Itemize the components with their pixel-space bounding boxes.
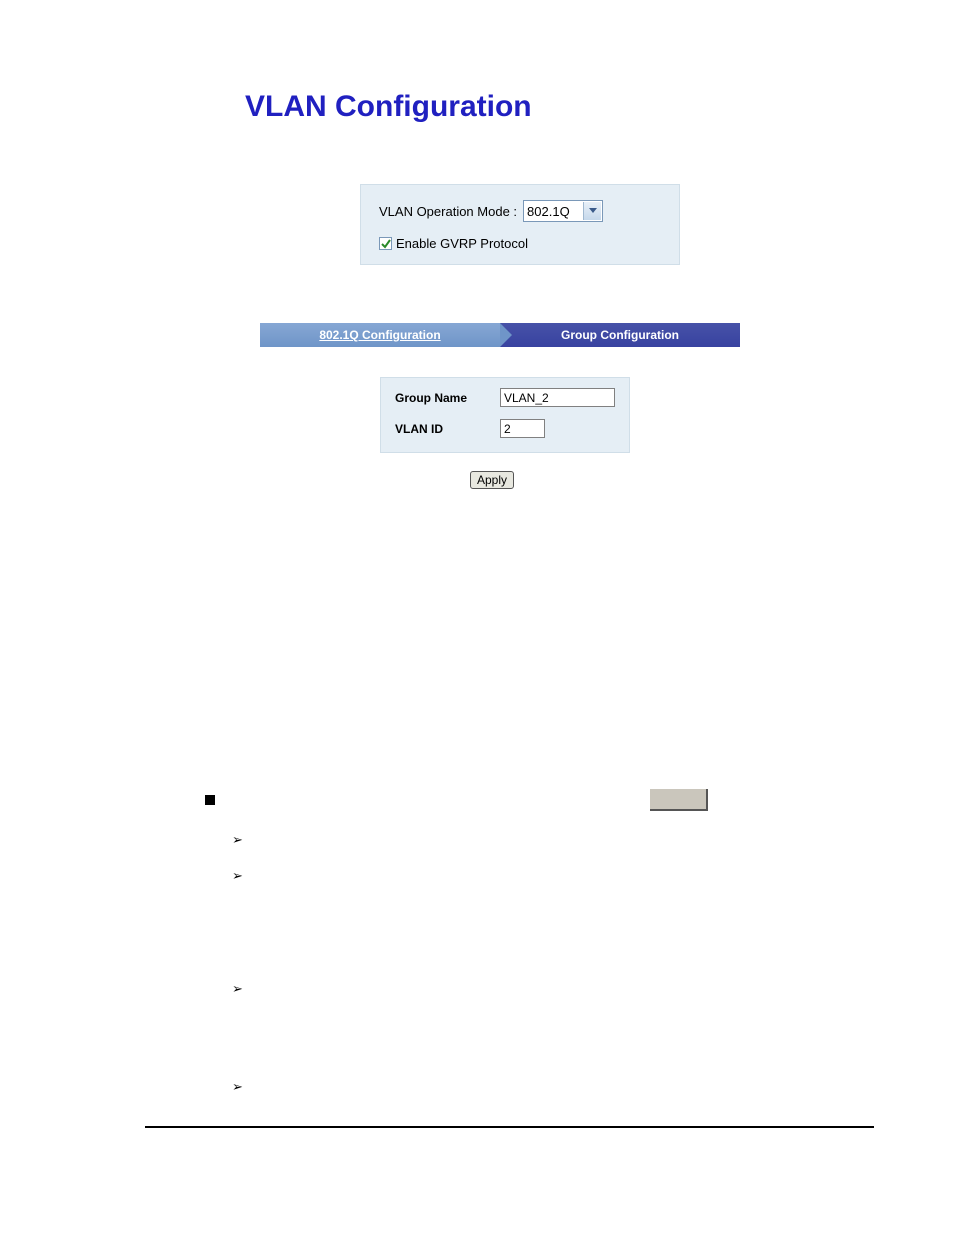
vlan-id-label: VLAN ID: [395, 422, 500, 436]
tab-bar: 802.1Q Configuration Group Configuration: [260, 323, 954, 347]
apply-button[interactable]: Apply: [470, 471, 514, 489]
vlan-mode-select[interactable]: 802.1Q: [523, 200, 603, 222]
page-title: VLAN Configuration: [245, 90, 954, 124]
vlan-id-row: VLAN ID: [395, 419, 615, 438]
lower-region: ➢ ➢ ➢ ➢: [205, 789, 954, 1128]
tab-separator-icon: [500, 323, 512, 347]
tab-label: Group Configuration: [561, 328, 679, 342]
vlan-mode-label: VLAN Operation Mode :: [379, 204, 517, 219]
vlan-mode-panel: VLAN Operation Mode : 802.1Q Enable GVRP…: [360, 184, 680, 265]
vlan-mode-value: 802.1Q: [527, 204, 570, 219]
divider: [145, 1126, 874, 1128]
arrow-icon: ➢: [232, 868, 243, 883]
vlan-id-input[interactable]: [500, 419, 545, 438]
list-item: ➢: [232, 1078, 954, 1096]
arrow-list: ➢ ➢ ➢ ➢: [232, 831, 954, 1096]
gvrp-checkbox[interactable]: [379, 237, 392, 250]
arrow-icon: ➢: [232, 981, 243, 996]
tab-label: 802.1Q Configuration: [319, 328, 440, 342]
arrow-icon: ➢: [232, 1079, 243, 1094]
gvrp-label: Enable GVRP Protocol: [396, 236, 528, 251]
gray-button-placeholder: [650, 789, 708, 811]
group-name-label: Group Name: [395, 391, 500, 405]
vlan-mode-row: VLAN Operation Mode : 802.1Q: [379, 200, 661, 222]
chevron-down-icon: [589, 208, 597, 213]
tab-group-config[interactable]: Group Configuration: [500, 323, 740, 347]
group-name-row: Group Name: [395, 388, 615, 407]
gvrp-row: Enable GVRP Protocol: [379, 236, 661, 251]
bullet-row: [205, 789, 954, 811]
list-item: ➢: [232, 980, 954, 998]
tab-8021q-config[interactable]: 802.1Q Configuration: [260, 323, 500, 347]
group-name-input[interactable]: [500, 388, 615, 407]
list-item: ➢: [232, 831, 954, 849]
check-icon: [381, 239, 391, 249]
square-bullet-icon: [205, 795, 215, 805]
arrow-icon: ➢: [232, 832, 243, 847]
list-item: ➢: [232, 867, 954, 885]
group-config-form: Group Name VLAN ID: [380, 377, 630, 453]
